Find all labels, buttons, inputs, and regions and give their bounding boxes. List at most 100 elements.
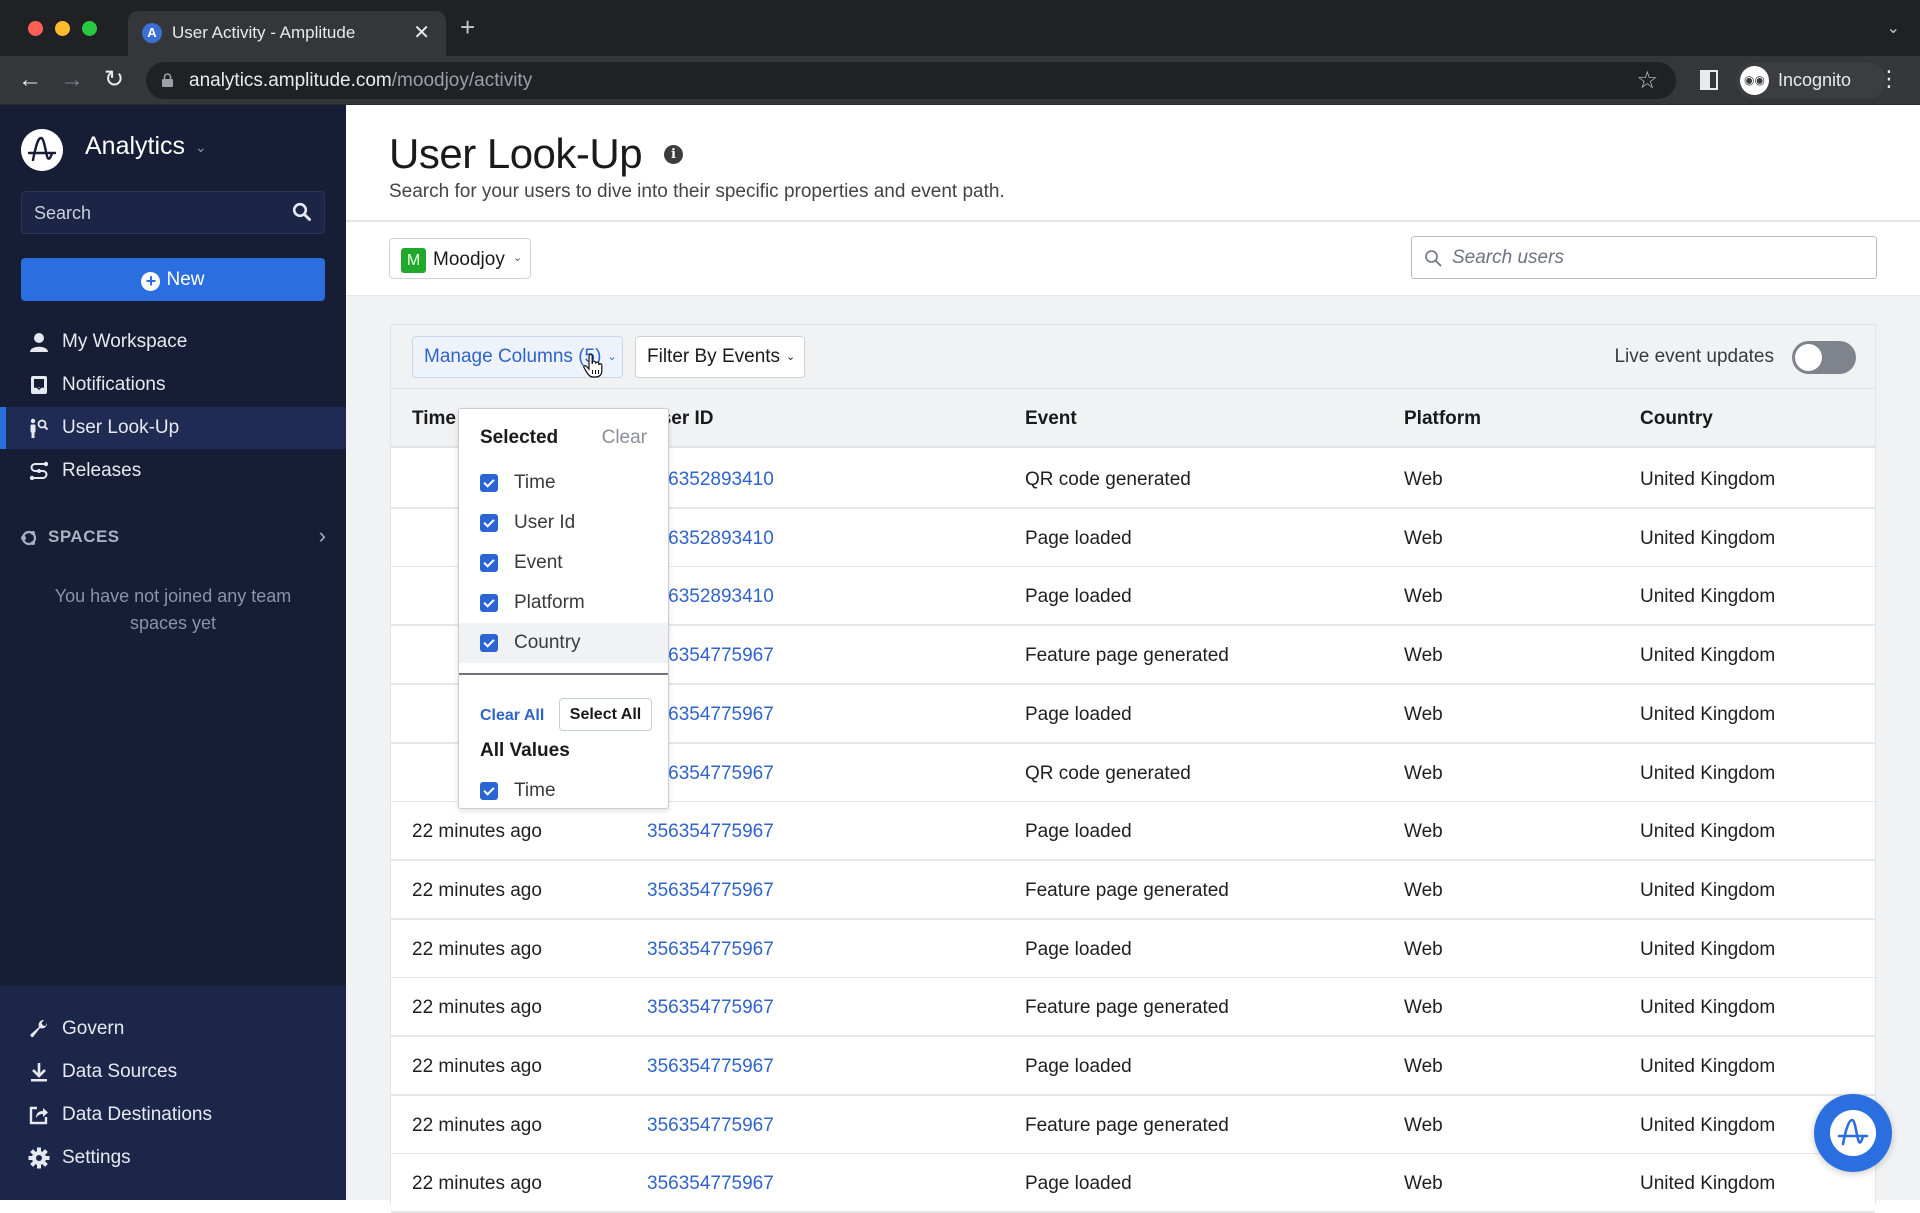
spaces-section-header[interactable]: SPACES › [20,523,326,549]
cell-platform: Web [1404,938,1443,960]
sidebar-item-releases[interactable]: Releases [0,450,346,492]
table-row[interactable]: 22 minutes ago 356354775967 Page loaded Web… [391,802,1875,862]
column-option-platform[interactable]: Platform [459,583,668,623]
table-row[interactable]: 22 minutes ago 356354775967 Page loaded Web… [391,1037,1875,1096]
cell-user-id[interactable]: 356354775967 [647,880,774,902]
tab-title: User Activity - Amplitude [172,23,356,42]
search-users-input[interactable] [1452,238,1862,277]
column-header-platform[interactable]: Platform [1404,408,1481,430]
address-bar[interactable]: analytics.amplitude.com/moodjoy/activity… [146,62,1676,99]
sidebar-item-govern[interactable]: Govern [0,1008,346,1050]
column-option-country[interactable]: Country [459,623,668,663]
info-icon[interactable]: i [664,145,683,164]
url-host: analytics.amplitude.com [189,70,392,91]
sidebar-item-data-destinations[interactable]: Data Destinations [0,1094,346,1136]
incognito-profile-button[interactable]: ◉◉ Incognito [1736,62,1886,99]
sidebar: Analytics ⌄ Search + New My Workspace Noti… [0,105,346,1200]
column-header-event[interactable]: Event [1025,408,1077,430]
table-row[interactable]: 22 minutes ago 356354775967 Page loaded Web… [391,1154,1875,1213]
cell-country: United Kingdom [1640,645,1776,667]
browser-tab[interactable]: A User Activity - Amplitude ✕ [128,11,446,56]
cell-user-id[interactable]: 356354775967 [647,1173,774,1195]
app-name: Analytics [85,132,186,160]
download-icon [31,1063,47,1082]
search-users-field[interactable] [1411,236,1877,279]
column-option-label: Time [514,780,556,801]
checkbox-checked[interactable] [480,782,498,800]
sidebar-item-settings[interactable]: Settings [0,1137,346,1179]
amplitude-help-button[interactable] [1814,1094,1892,1172]
new-tab-button[interactable]: + [460,14,475,40]
side-panel-icon[interactable] [1700,70,1718,90]
sidebar-footer: Govern Data Sources Data Destinations Se… [0,986,346,1200]
cell-country: United Kingdom [1640,1173,1776,1195]
cell-user-id[interactable]: 356354775967 [647,821,774,843]
all-values-option-time[interactable]: Time [459,771,668,808]
bookmark-star-icon[interactable]: ☆ [1636,66,1658,95]
new-button[interactable]: + New [21,258,325,301]
sidebar-item-data-sources[interactable]: Data Sources [0,1051,346,1093]
sidebar-item-user-look-up[interactable]: User Look-Up [0,407,346,449]
cell-platform: Web [1404,997,1443,1019]
clear-all-button[interactable]: Clear All [480,707,544,725]
back-button[interactable]: ← [18,66,42,94]
tab-close-icon[interactable]: ✕ [413,20,430,45]
cell-platform: Web [1404,1173,1443,1195]
cell-country: United Kingdom [1640,527,1776,549]
select-all-button[interactable]: Select All [559,698,652,731]
live-updates-toggle[interactable] [1792,341,1856,374]
checkbox-checked[interactable] [480,554,498,572]
spaces-icon [21,530,37,546]
sidebar-search-input[interactable]: Search [21,191,325,234]
cell-user-id[interactable]: 356354775967 [647,1115,774,1137]
cell-user-id[interactable]: 356354775967 [647,1056,774,1078]
sidebar-item-label: Data Destinations [62,1104,212,1125]
cell-event: Feature page generated [1025,997,1229,1019]
clear-selected-button[interactable]: Clear [602,427,647,449]
checkbox-checked[interactable] [480,594,498,612]
cell-event: Feature page generated [1025,645,1229,667]
amplitude-logo-icon[interactable] [21,129,63,171]
cell-user-id[interactable]: 356354775967 [647,997,774,1019]
cell-user-id[interactable]: 356354775967 [647,939,774,961]
sidebar-item-label: User Look-Up [62,417,180,438]
tab-search-chevron-icon[interactable]: ⌄ [1887,18,1900,38]
checkbox-checked[interactable] [480,474,498,492]
column-option-event[interactable]: Event [459,543,668,583]
cell-country: United Kingdom [1640,703,1776,725]
dropdown-divider [459,673,668,675]
column-option-label: Event [514,552,563,573]
browser-menu-icon[interactable]: ⋮ [1878,66,1900,92]
checkbox-checked[interactable] [480,514,498,532]
reload-button[interactable]: ↻ [104,66,124,94]
chevron-right-icon[interactable]: › [319,523,326,549]
table-row[interactable]: 22 minutes ago 356354775967 Feature page g… [391,1095,1875,1155]
chevron-down-icon: ⌄ [786,351,796,363]
search-icon [1425,250,1442,267]
sidebar-item-label: Data Sources [62,1061,178,1082]
table-row[interactable]: 22 minutes ago 356354775967 Feature page g… [391,978,1875,1038]
table-row[interactable]: 22 minutes ago 356354775967 Page loaded Web… [391,919,1875,979]
hand-cursor-icon [583,354,603,378]
app-switcher[interactable]: Analytics ⌄ [85,132,207,161]
chevron-down-icon: ⌄ [195,138,207,155]
activity-table: Manage Columns (5) ⌄ Filter By Events ⌄ Li… [390,324,1876,1213]
forward-button[interactable]: → [60,66,84,94]
table-row[interactable]: 22 minutes ago 356354775967 Feature page g… [391,860,1875,920]
column-header-time[interactable]: Time [412,408,456,430]
filter-by-events-button[interactable]: Filter By Events ⌄ [635,336,805,378]
plus-circle-icon: + [141,272,161,291]
project-selector[interactable]: M Moodjoy ⌄ [389,238,531,279]
browser-tab-bar: A User Activity - Amplitude ✕ + ⌄ [0,0,1920,56]
sidebar-item-notifications[interactable]: Notifications [0,364,346,406]
window-maximize-button[interactable] [82,21,97,36]
sidebar-item-my-workspace[interactable]: My Workspace [0,321,346,363]
window-minimize-button[interactable] [55,21,70,36]
column-option-time[interactable]: Time [459,463,668,503]
project-badge: M [401,248,426,273]
window-close-button[interactable] [28,21,43,36]
sidebar-item-label: Releases [62,460,142,481]
column-header-country[interactable]: Country [1640,408,1713,430]
column-option-user-id[interactable]: User Id [459,503,668,543]
checkbox-checked[interactable] [480,634,498,652]
